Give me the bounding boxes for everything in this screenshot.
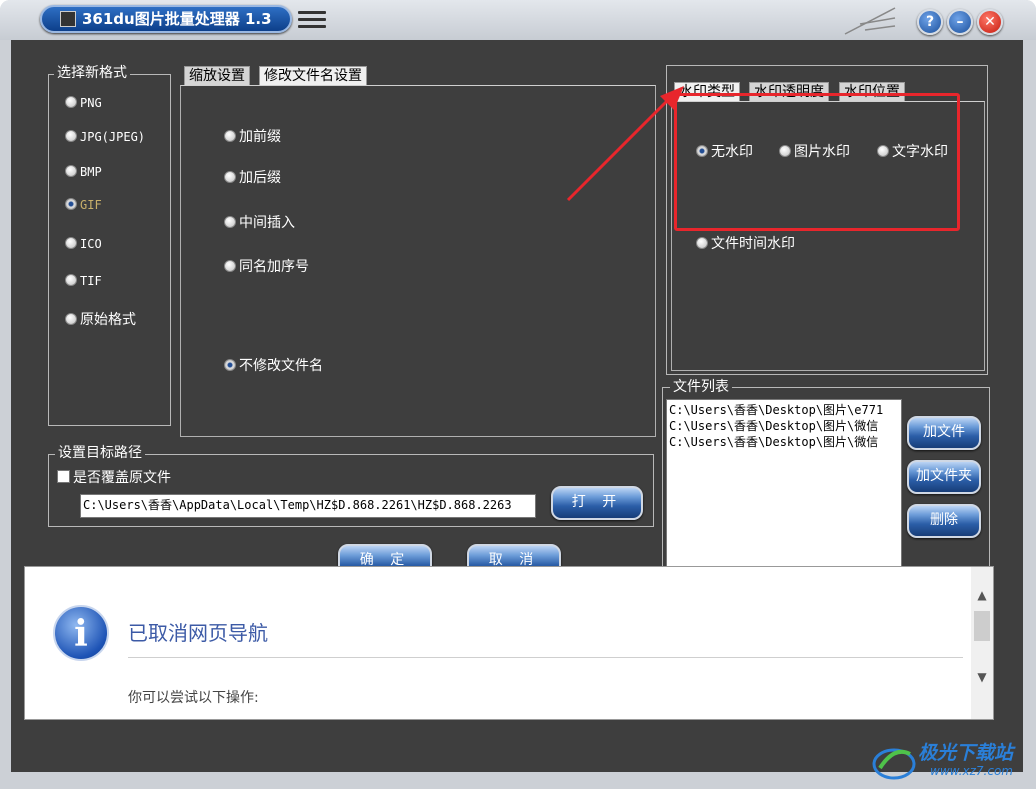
list-item[interactable]: C:\Users\香香\Desktop\图片\微信 xyxy=(669,434,899,450)
scroll-thumb[interactable] xyxy=(974,611,990,641)
option-label: JPG(JPEG) xyxy=(80,130,146,144)
format-option-jpg[interactable]: JPG(JPEG) xyxy=(65,128,145,146)
help-button[interactable]: ? xyxy=(917,9,943,35)
divider xyxy=(128,657,963,658)
option-label: GIF xyxy=(80,198,102,212)
option-label: 加前缀 xyxy=(239,129,281,145)
scroll-down-icon[interactable]: ▼ xyxy=(976,671,988,683)
radio-icon xyxy=(224,171,236,183)
rename-option-none[interactable]: 不修改文件名 xyxy=(224,357,323,375)
radio-selected-icon xyxy=(224,359,236,371)
delete-button[interactable]: 删除 xyxy=(907,504,981,538)
option-label: 中间插入 xyxy=(239,215,295,231)
radio-icon xyxy=(224,216,236,228)
minimize-button[interactable]: – xyxy=(947,9,973,35)
window-title-text: 361du图片批量处理器 1.3 xyxy=(82,10,272,28)
format-option-bmp[interactable]: BMP xyxy=(65,163,102,181)
format-option-tif[interactable]: TIF xyxy=(65,272,102,290)
option-label: BMP xyxy=(80,165,102,179)
radio-icon xyxy=(224,130,236,142)
format-option-png[interactable]: PNG xyxy=(65,94,102,112)
list-item[interactable]: C:\Users\香香\Desktop\图片\e771 xyxy=(669,402,899,418)
target-path-label: 设置目标路径 xyxy=(55,445,145,461)
watermark-url: www.xz7.com xyxy=(930,764,1013,778)
rename-option-insert[interactable]: 中间插入 xyxy=(224,214,295,232)
title-bar[interactable]: 361du图片批量处理器 1.3 ? – ✕ xyxy=(0,0,1036,40)
add-file-button[interactable]: 加文件 xyxy=(907,416,981,450)
app-window: 361du图片批量处理器 1.3 ? – ✕ 选择新格式 PNG JPG(JPE… xyxy=(0,0,1036,789)
watermark-text: 极光下载站 xyxy=(918,742,1014,764)
annotation-arrow-icon xyxy=(566,86,684,202)
format-option-ico[interactable]: ICO xyxy=(65,235,102,253)
navigation-suggestion-text: 你可以尝试以下操作: xyxy=(128,690,259,706)
scroll-up-icon[interactable]: ▲ xyxy=(976,589,988,601)
tab-rename-settings[interactable]: 修改文件名设置 xyxy=(259,66,367,85)
option-label: 原始格式 xyxy=(80,312,136,328)
app-logo-icon xyxy=(60,11,76,27)
radio-icon xyxy=(65,130,77,142)
embedded-browser: i 已取消网页导航 你可以尝试以下操作: ▲ ▼ xyxy=(24,566,994,720)
list-item[interactable]: C:\Users\香香\Desktop\图片\微信 xyxy=(669,418,899,434)
file-list-label: 文件列表 xyxy=(670,379,732,395)
format-option-gif[interactable]: GIF xyxy=(65,196,102,214)
option-label: PNG xyxy=(80,96,102,110)
radio-selected-icon xyxy=(65,198,77,210)
menu-icon[interactable] xyxy=(298,11,326,31)
tab-resize-settings[interactable]: 缩放设置 xyxy=(184,66,250,85)
option-label: 同名加序号 xyxy=(239,259,309,275)
checkbox-label: 是否覆盖原文件 xyxy=(73,470,171,486)
target-path-input[interactable]: C:\Users\香香\AppData\Local\Temp\HZ$D.868.… xyxy=(80,494,536,518)
watermark-option-filetime[interactable]: 文件时间水印 xyxy=(696,235,795,253)
option-label: ICO xyxy=(80,237,102,251)
window-title: 361du图片批量处理器 1.3 xyxy=(40,5,292,33)
radio-icon xyxy=(224,260,236,272)
add-folder-button[interactable]: 加文件夹 xyxy=(907,460,981,494)
close-button[interactable]: ✕ xyxy=(977,9,1003,35)
overwrite-checkbox[interactable]: 是否覆盖原文件 xyxy=(57,469,171,487)
radio-icon xyxy=(696,237,708,249)
rename-option-suffix[interactable]: 加后缀 xyxy=(224,169,281,187)
radio-icon xyxy=(65,165,77,177)
format-group-label: 选择新格式 xyxy=(54,65,130,81)
option-label: 不修改文件名 xyxy=(239,358,323,374)
decorative-stripes-icon xyxy=(844,7,896,35)
checkbox-icon xyxy=(57,470,70,483)
rename-option-sequence[interactable]: 同名加序号 xyxy=(224,258,309,276)
radio-icon xyxy=(65,313,77,325)
rename-option-prefix[interactable]: 加前缀 xyxy=(224,128,281,146)
radio-icon xyxy=(65,237,77,249)
aurora-logo-icon xyxy=(872,748,916,780)
file-list-box[interactable]: C:\Users\香香\Desktop\图片\e771 C:\Users\香香\… xyxy=(666,399,902,576)
site-watermark-logo: 极光下载站 www.xz7.com xyxy=(872,736,1032,786)
option-label: TIF xyxy=(80,274,102,288)
open-folder-button[interactable]: 打 开 xyxy=(551,486,643,520)
option-label: 加后缀 xyxy=(239,170,281,186)
annotation-highlight-box xyxy=(674,93,960,231)
navigation-cancelled-title: 已取消网页导航 xyxy=(128,621,268,645)
info-icon: i xyxy=(53,605,109,661)
format-option-original[interactable]: 原始格式 xyxy=(65,311,136,329)
radio-icon xyxy=(65,96,77,108)
option-label: 文件时间水印 xyxy=(711,236,795,252)
vertical-scrollbar[interactable]: ▲ ▼ xyxy=(971,567,993,719)
radio-icon xyxy=(65,274,77,286)
